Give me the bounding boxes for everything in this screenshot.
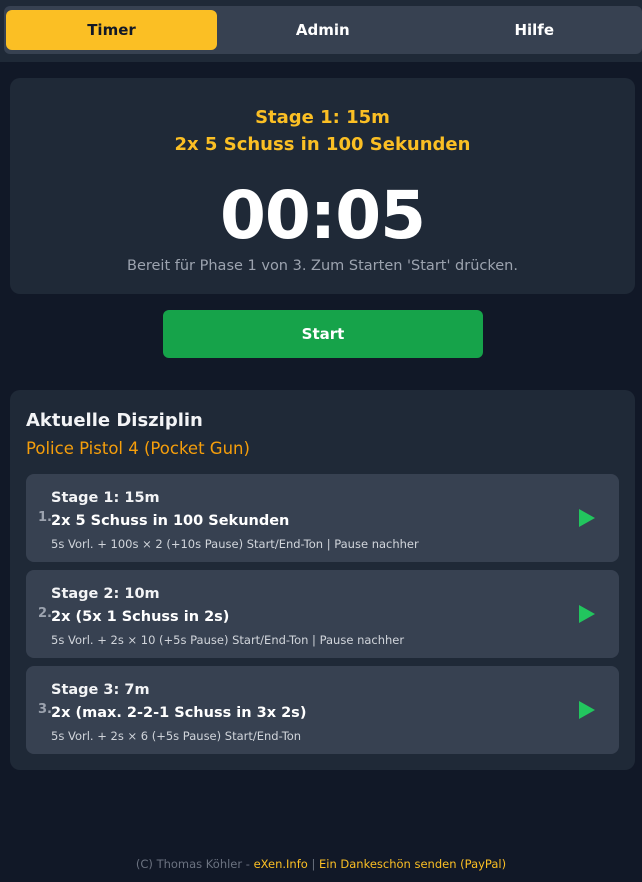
- stage-item-2[interactable]: 2. Stage 2: 10m 2x (5x 1 Schuss in 2s) 5…: [26, 570, 619, 658]
- stage-number: 2.: [38, 606, 52, 621]
- tab-timer[interactable]: Timer: [6, 10, 217, 50]
- status-text: Bereit für Phase 1 von 3. Zum Starten 'S…: [127, 258, 518, 274]
- tab-list: Timer Admin Hilfe: [4, 6, 642, 54]
- discipline-name: Police Pistol 4 (Pocket Gun): [26, 439, 250, 458]
- timer-panel: Stage 1: 15m 2x 5 Schuss in 100 Sekunden…: [10, 78, 635, 294]
- play-icon[interactable]: [579, 701, 595, 719]
- stage-description: 2x (5x 1 Schuss in 2s): [51, 609, 230, 625]
- stage-title: Stage 2: 10m: [51, 586, 160, 602]
- current-stage-subtitle: 2x 5 Schuss in 100 Sekunden: [174, 134, 471, 155]
- tab-bar: Timer Admin Hilfe: [0, 0, 642, 62]
- footer: (C) Thomas Köhler - eXen.Info | Ein Dank…: [0, 857, 642, 871]
- stage-description: 2x 5 Schuss in 100 Sekunden: [51, 513, 290, 529]
- stage-title: Stage 3: 7m: [51, 682, 150, 698]
- footer-copyright: (C) Thomas Köhler -: [135, 857, 254, 871]
- countdown-clock: 00:05: [219, 177, 426, 254]
- play-icon[interactable]: [579, 605, 595, 623]
- stage-details: 5s Vorl. + 100s × 2 (+10s Pause) Start/E…: [51, 537, 419, 551]
- stage-details: 5s Vorl. + 2s × 10 (+5s Pause) Start/End…: [51, 633, 405, 647]
- current-stage-title: Stage 1: 15m: [255, 107, 390, 128]
- footer-site-link[interactable]: eXen.Info: [254, 857, 308, 871]
- stage-item-3[interactable]: 3. Stage 3: 7m 2x (max. 2-2-1 Schuss in …: [26, 666, 619, 754]
- stage-details: 5s Vorl. + 2s × 6 (+5s Pause) Start/End-…: [51, 729, 302, 743]
- tab-admin[interactable]: Admin: [217, 10, 429, 50]
- tab-hilfe[interactable]: Hilfe: [429, 10, 641, 50]
- stage-title: Stage 1: 15m: [51, 490, 160, 506]
- footer-separator: |: [307, 857, 319, 871]
- discipline-panel: Aktuelle Disziplin Police Pistol 4 (Pock…: [10, 390, 635, 770]
- discipline-heading: Aktuelle Disziplin: [26, 410, 203, 431]
- stage-number: 3.: [38, 702, 52, 717]
- start-button[interactable]: Start: [163, 310, 483, 358]
- stage-description: 2x (max. 2-2-1 Schuss in 3x 2s): [51, 705, 307, 721]
- play-icon[interactable]: [579, 509, 595, 527]
- stage-number: 1.: [38, 510, 52, 525]
- stage-item-1[interactable]: 1. Stage 1: 15m 2x 5 Schuss in 100 Sekun…: [26, 474, 619, 562]
- footer-donate-link[interactable]: Ein Dankeschön senden (PayPal): [319, 857, 506, 871]
